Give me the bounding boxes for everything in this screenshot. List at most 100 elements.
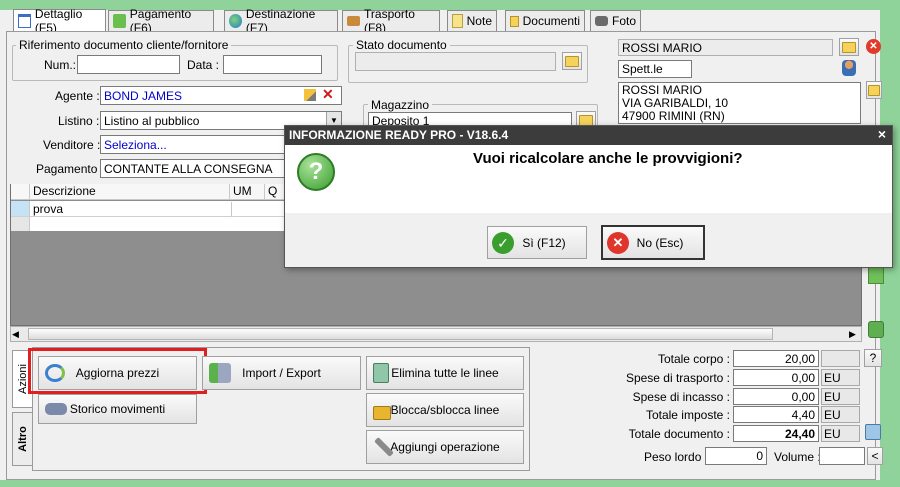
tab-foto[interactable]: Foto	[590, 10, 641, 31]
aggiorna-prezzi-button[interactable]: Aggiorna prezzi	[38, 356, 197, 390]
row-selector	[11, 217, 30, 231]
grid-header-descrizione[interactable]: Descrizione	[30, 184, 230, 200]
totale-imposte-currency: EU	[821, 406, 860, 423]
storico-movimenti-button[interactable]: Storico movimenti	[38, 394, 197, 424]
stato-title: Stato documento	[353, 38, 450, 52]
spese-trasporto-label: Spese di trasporto :	[625, 371, 730, 385]
import-export-label: Import / Export	[242, 366, 321, 380]
tab-dettaglio[interactable]: Dettaglio (F5)	[13, 7, 106, 35]
recycle-bin-icon	[373, 363, 389, 383]
tab-documenti[interactable]: Documenti	[505, 10, 585, 31]
peso-lordo-field[interactable]: 0	[705, 447, 767, 465]
spese-trasporto-currency: EU	[821, 369, 860, 386]
aggiungi-operazione-label: Aggiungi operazione	[390, 440, 500, 454]
note-icon	[452, 14, 463, 28]
totale-corpo-field: 20,00	[733, 350, 819, 367]
spese-incasso-currency: EU	[821, 388, 860, 405]
scroll-left-icon[interactable]: ◀	[12, 326, 19, 342]
agente-value: BOND JAMES	[104, 89, 183, 103]
aggiungi-operazione-button[interactable]: Aggiungi operazione	[366, 430, 524, 464]
stato-folder-button[interactable]	[562, 52, 582, 70]
calendar-icon	[18, 13, 31, 28]
no-label: No (Esc)	[636, 235, 684, 250]
totale-documento-field: 24,40	[733, 425, 819, 442]
camera-icon	[595, 16, 608, 26]
aggiorna-prezzi-label: Aggiorna prezzi	[75, 366, 160, 380]
magazzino-title: Magazzino	[368, 98, 433, 112]
cliente-name-field[interactable]: ROSSI MARIO	[618, 39, 833, 56]
refresh-icon	[45, 364, 65, 382]
help-button[interactable]: ?	[864, 349, 882, 367]
edit-pencil-icon[interactable]	[304, 89, 316, 101]
scroll-right-icon[interactable]: ▶	[849, 326, 856, 342]
folder-icon	[565, 55, 579, 67]
tab-trasporto[interactable]: Trasporto (F8)	[342, 7, 440, 35]
side-tab-altro-label: Altro	[16, 426, 29, 452]
blocca-sblocca-button[interactable]: Blocca/sblocca linee	[366, 393, 524, 427]
table-row[interactable]: prova	[11, 201, 285, 217]
totale-documento-label: Totale documento :	[628, 427, 730, 441]
yes-button[interactable]: ✓ Sì (F12)	[487, 226, 587, 259]
volume-field[interactable]	[819, 447, 865, 465]
num-field[interactable]	[77, 55, 180, 74]
dialog-message: Vuoi ricalcolare anche le provvigioni?	[473, 150, 743, 167]
venditore-value: Seleziona...	[104, 138, 167, 152]
cliente-folder-button[interactable]	[839, 38, 859, 56]
calculator-icon[interactable]	[865, 424, 881, 440]
refresh-green-icon[interactable]	[868, 321, 884, 338]
peso-lordo-label: Peso lordo :	[644, 450, 709, 464]
row-selector	[11, 201, 30, 216]
delete-cliente-icon[interactable]: ✕	[866, 39, 881, 54]
no-button[interactable]: ✕ No (Esc)	[601, 225, 705, 260]
dialog-titlebar: INFORMAZIONE READY PRO - V18.6.4 ×	[285, 126, 892, 145]
globe-icon	[229, 14, 242, 28]
tab-pagamento[interactable]: Pagamento (F6)	[108, 7, 214, 35]
tab-destinazione[interactable]: Destinazione (F7)	[224, 7, 338, 35]
scrollbar-thumb[interactable]	[28, 328, 773, 340]
grid-header-selector	[11, 184, 30, 200]
import-export-button[interactable]: Import / Export	[202, 356, 361, 390]
person-icon[interactable]	[842, 60, 856, 76]
volume-label: Volume :	[774, 450, 821, 464]
info-dialog: INFORMAZIONE READY PRO - V18.6.4 × ? Vuo…	[284, 125, 893, 268]
data-field[interactable]	[223, 55, 322, 74]
tab-label: Foto	[611, 14, 636, 28]
blocca-sblocca-label: Blocca/sblocca linee	[390, 403, 500, 417]
pagamento-label: Pagamento :	[36, 162, 105, 176]
num-label: Num.:	[44, 58, 77, 72]
new-row[interactable]	[11, 217, 285, 231]
arrow-down-green-icon[interactable]	[868, 266, 884, 284]
cell-um	[231, 202, 266, 217]
grid-header-um[interactable]: UM	[230, 184, 265, 200]
dialog-close-icon[interactable]: ×	[878, 126, 886, 142]
stato-field[interactable]	[355, 52, 556, 71]
spese-incasso-field[interactable]: 0,00	[733, 388, 819, 405]
volume-button[interactable]: <	[867, 447, 883, 465]
documents-icon	[510, 15, 519, 27]
grid-header-q[interactable]: Q	[265, 184, 285, 200]
folder-icon	[579, 114, 593, 126]
storico-movimenti-label: Storico movimenti	[69, 402, 166, 416]
address-folder-button[interactable]	[866, 81, 882, 99]
side-tab-altro[interactable]: Altro	[12, 412, 32, 466]
totale-imposte-label: Totale imposte :	[645, 408, 730, 422]
side-tab-azioni-label: Azioni	[16, 364, 29, 394]
database-icon	[209, 363, 231, 383]
check-icon: ✓	[492, 231, 514, 254]
clear-x-icon[interactable]: ✕	[322, 86, 334, 103]
cliente-address-box[interactable]: ROSSI MARIO VIA GARIBALDI, 10 47900 RIMI…	[618, 82, 861, 124]
cliente-title-field[interactable]: Spett.le	[618, 60, 692, 78]
tab-note[interactable]: Note	[447, 10, 497, 31]
totale-documento-currency: EU	[821, 425, 860, 442]
truck-icon	[347, 16, 361, 26]
riferimento-title: Riferimento documento cliente/fornitore	[16, 38, 232, 52]
address-line: 47900 RIMINI (RN)	[622, 109, 725, 123]
elimina-linee-button[interactable]: Elimina tutte le linee	[366, 356, 524, 390]
elimina-linee-label: Elimina tutte le linee	[391, 366, 499, 380]
totale-imposte-field: 4,40	[733, 406, 819, 423]
help-icon: ?	[869, 351, 877, 365]
money-icon	[113, 14, 126, 28]
spese-trasporto-field[interactable]: 0,00	[733, 369, 819, 386]
lock-icon	[373, 406, 391, 421]
agente-label: Agente :	[55, 89, 100, 103]
